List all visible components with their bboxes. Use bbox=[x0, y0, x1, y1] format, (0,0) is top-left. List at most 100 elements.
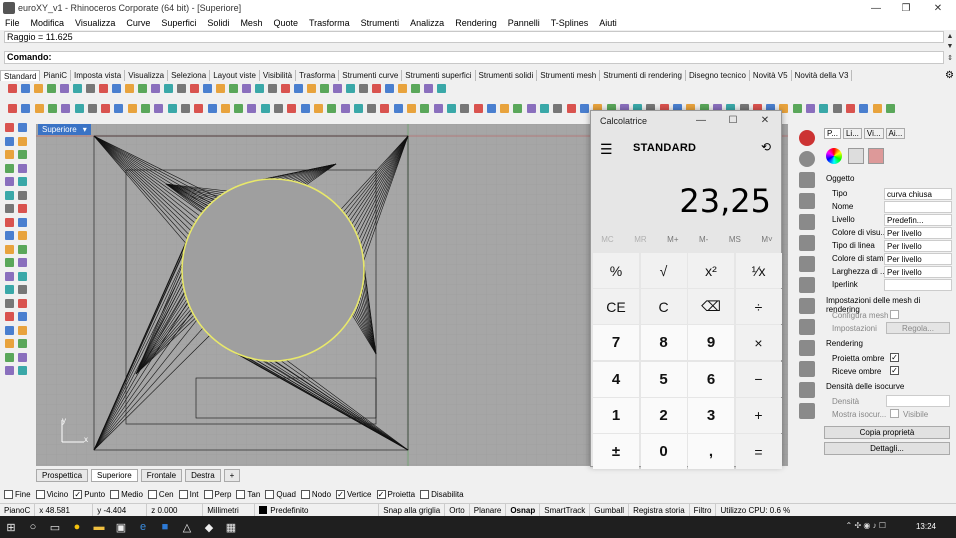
toolbar-settings-gear-icon[interactable]: ⚙ bbox=[945, 70, 954, 81]
mesh-adjust-button[interactable]: Regola... bbox=[886, 322, 950, 334]
main-tool-icon[interactable] bbox=[433, 104, 443, 113]
m-plus-button[interactable]: M+ bbox=[667, 235, 678, 244]
palette-tool-icon[interactable] bbox=[18, 339, 27, 348]
main-tool-icon[interactable] bbox=[540, 104, 549, 113]
palette-tool-icon[interactable] bbox=[18, 150, 27, 159]
tab-new-v3[interactable]: Novità della V3 bbox=[792, 70, 853, 81]
selected-circle[interactable] bbox=[181, 178, 365, 362]
cast-shadows-checkbox[interactable]: ✓ bbox=[890, 353, 899, 362]
osnap-checkbox[interactable] bbox=[178, 490, 188, 499]
m-minus-button[interactable]: M- bbox=[699, 235, 708, 244]
palette-tool-icon[interactable] bbox=[5, 136, 14, 146]
standard-tool-icon[interactable] bbox=[177, 84, 186, 93]
palette-tool-icon[interactable] bbox=[5, 285, 14, 294]
view-tool-icon[interactable] bbox=[799, 277, 815, 293]
mr-button[interactable]: MR bbox=[634, 235, 646, 244]
main-tool-icon[interactable] bbox=[832, 104, 842, 113]
standard-tool-icon[interactable] bbox=[359, 84, 368, 93]
calc-key-5-0[interactable]: ± bbox=[593, 434, 639, 469]
tab-perspective[interactable]: Prospettica bbox=[36, 469, 89, 482]
standard-tool-icon[interactable] bbox=[346, 84, 355, 93]
tab-help[interactable]: Ai... bbox=[885, 128, 906, 139]
history-icon[interactable]: ⟲ bbox=[761, 140, 771, 154]
calc-key-3-0[interactable]: 4 bbox=[593, 361, 639, 397]
osnap-checkbox[interactable]: ✓ bbox=[73, 490, 83, 499]
main-tool-icon[interactable] bbox=[566, 104, 576, 113]
menu-curve[interactable]: Curve bbox=[121, 18, 156, 28]
decal-icon[interactable] bbox=[868, 148, 884, 164]
osnap-checkbox[interactable] bbox=[300, 490, 310, 499]
main-tool-icon[interactable] bbox=[287, 104, 297, 113]
calc-minimize-button[interactable]: — bbox=[693, 113, 709, 127]
main-tool-icon[interactable] bbox=[260, 104, 270, 113]
standard-tool-icon[interactable] bbox=[398, 84, 407, 93]
standard-tool-icon[interactable] bbox=[47, 84, 56, 93]
main-tool-icon[interactable] bbox=[61, 104, 71, 113]
palette-tool-icon[interactable] bbox=[5, 123, 14, 132]
tray-icons[interactable]: ⌃ ✣ ◉ ♪ ☐ bbox=[846, 521, 886, 530]
palette-tool-icon[interactable] bbox=[18, 325, 27, 335]
main-tool-icon[interactable] bbox=[872, 104, 882, 113]
add-viewport-button[interactable]: + bbox=[223, 469, 241, 482]
view-tool-icon[interactable] bbox=[799, 298, 815, 314]
osnap-8[interactable]: Quad bbox=[265, 490, 296, 499]
view-tool-icon[interactable] bbox=[799, 403, 815, 419]
main-tool-icon[interactable] bbox=[234, 104, 244, 113]
file-explorer-icon[interactable]: ▬ bbox=[88, 516, 110, 538]
palette-tool-icon[interactable] bbox=[5, 366, 14, 375]
calc-key-0-2[interactable]: x² bbox=[688, 253, 734, 288]
standard-tool-icon[interactable] bbox=[307, 84, 316, 93]
main-tool-icon[interactable] bbox=[420, 104, 430, 113]
restore-button[interactable]: ❐ bbox=[890, 0, 922, 16]
main-tool-icon[interactable] bbox=[885, 104, 895, 113]
main-tool-icon[interactable] bbox=[513, 104, 523, 113]
palette-tool-icon[interactable] bbox=[18, 217, 27, 227]
viewport-title-tab[interactable]: Superiore ▾ bbox=[38, 124, 91, 135]
tab-front[interactable]: Frontale bbox=[140, 469, 183, 482]
main-tool-icon[interactable] bbox=[486, 104, 496, 113]
mc-button[interactable]: MC bbox=[601, 235, 613, 244]
standard-tool-icon[interactable] bbox=[229, 84, 238, 93]
menu-surface[interactable]: Superfici bbox=[156, 18, 202, 28]
main-tool-icon[interactable] bbox=[367, 104, 377, 113]
standard-tool-icon[interactable] bbox=[86, 84, 95, 93]
tab-solid-tools[interactable]: Strumenti solidi bbox=[476, 70, 538, 81]
view-tool-icon[interactable] bbox=[799, 235, 815, 251]
palette-tool-icon[interactable] bbox=[18, 177, 27, 186]
osnap-checkbox[interactable] bbox=[420, 490, 430, 499]
calc-key-5-2[interactable]: , bbox=[688, 434, 734, 469]
calc-key-4-1[interactable]: 2 bbox=[640, 397, 687, 433]
view-tool-icon[interactable] bbox=[799, 340, 815, 356]
standard-tool-icon[interactable] bbox=[385, 84, 394, 93]
palette-tool-icon[interactable] bbox=[18, 190, 27, 200]
standard-tool-icon[interactable] bbox=[73, 84, 82, 93]
history-scroll-down-icon[interactable]: ▼ bbox=[945, 41, 955, 51]
calculator-taskbar-icon[interactable]: ▦ bbox=[220, 516, 242, 538]
main-tool-icon[interactable] bbox=[220, 104, 230, 113]
main-tool-icon[interactable] bbox=[313, 104, 323, 113]
standard-tool-icon[interactable] bbox=[372, 84, 381, 93]
standard-tool-icon[interactable] bbox=[99, 84, 108, 93]
status-gumball[interactable]: Gumball bbox=[590, 503, 630, 517]
view-tool-icon[interactable] bbox=[799, 319, 815, 335]
calc-close-button[interactable]: ✕ bbox=[757, 113, 773, 127]
palette-tool-icon[interactable] bbox=[5, 163, 14, 173]
ms-button[interactable]: MS bbox=[729, 235, 741, 244]
tab-set-view[interactable]: Imposta vista bbox=[71, 70, 126, 81]
calc-key-1-0[interactable]: CE bbox=[593, 289, 639, 325]
standard-tool-icon[interactable] bbox=[190, 84, 199, 93]
main-tool-icon[interactable] bbox=[845, 104, 855, 113]
tab-drafting[interactable]: Disegno tecnico bbox=[686, 70, 750, 81]
palette-tool-icon[interactable] bbox=[5, 231, 14, 240]
status-filter[interactable]: Filtro bbox=[690, 503, 717, 517]
menu-edit[interactable]: Modifica bbox=[26, 18, 71, 28]
osnap-2[interactable]: ✓ Punto bbox=[73, 490, 105, 499]
history-scroll-up-icon[interactable]: ▲ bbox=[945, 31, 955, 41]
standard-tool-icon[interactable] bbox=[424, 84, 433, 93]
osnap-5[interactable]: Int bbox=[178, 490, 199, 499]
osnap-checkbox[interactable] bbox=[236, 490, 246, 499]
density-field[interactable] bbox=[886, 395, 950, 407]
menu-transform[interactable]: Trasforma bbox=[304, 18, 356, 28]
tab-mesh-tools[interactable]: Strumenti mesh bbox=[537, 70, 601, 81]
main-tool-icon[interactable] bbox=[526, 104, 536, 113]
